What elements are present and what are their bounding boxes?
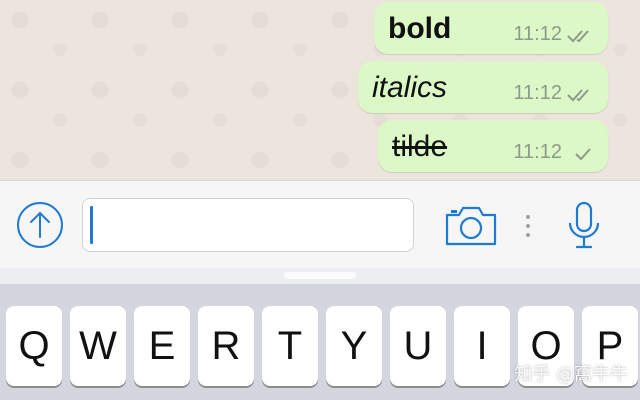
chat-area: bold 11:12 italics 11:12 tilde 11:12 [0,0,640,180]
message-input[interactable] [82,198,414,252]
microphone-icon[interactable] [566,201,602,251]
watermark: 知乎 @窩牛牛 [514,364,628,385]
message-bubble[interactable]: bold 11:12 [374,2,608,54]
message-time: 11:12 [513,82,562,104]
key-i[interactable]: I [454,306,510,386]
message-text: italics [372,71,448,104]
message-bubble[interactable]: tilde 11:12 [378,120,608,172]
message-input-bar [0,180,640,268]
keyboard: Q W E R T Y U I O P 知乎 @窩牛牛 [0,268,640,400]
key-u[interactable]: U [390,306,446,386]
message-time: 11:12 [513,141,562,163]
message-time: 11:12 [513,23,562,45]
key-w[interactable]: W [70,306,126,386]
read-double-check-icon [567,30,589,43]
key-y[interactable]: Y [326,306,382,386]
key-r[interactable]: R [198,306,254,386]
keyboard-drag-handle[interactable] [284,272,356,279]
key-t[interactable]: T [262,306,318,386]
sent-single-check-icon [575,148,591,161]
key-q[interactable]: Q [6,306,62,386]
message-text: tilde [392,130,448,163]
text-cursor [90,206,93,244]
message-bubble[interactable]: italics 11:12 [358,61,608,113]
more-dots-icon[interactable] [524,214,532,238]
upload-arrow-icon[interactable] [16,201,64,249]
key-e[interactable]: E [134,306,190,386]
camera-icon[interactable] [444,205,498,247]
read-double-check-icon [567,89,589,102]
message-text: bold [388,12,452,45]
